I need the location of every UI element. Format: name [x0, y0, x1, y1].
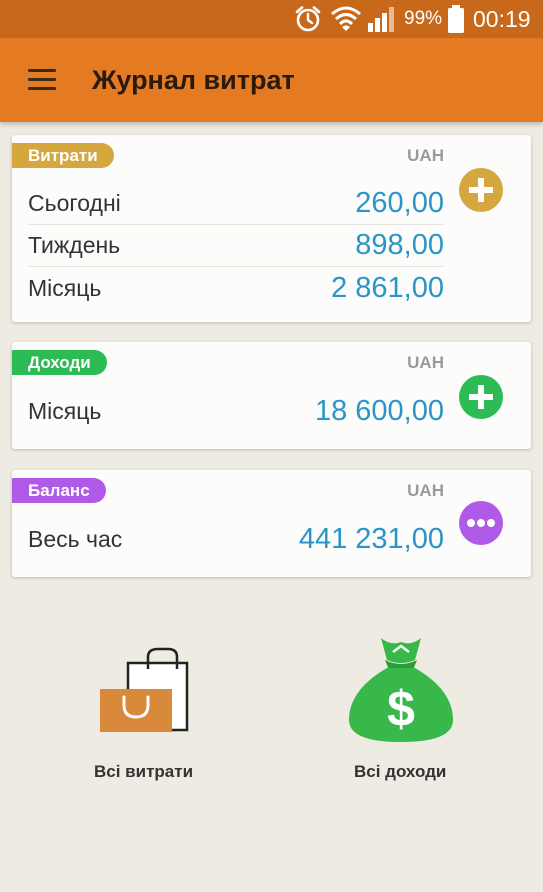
balance-card: Баланс UAH Весь час 441 231,00: [12, 470, 531, 577]
row-value: 260,00: [355, 187, 444, 219]
battery-percent: 99%: [404, 8, 443, 29]
row-value: 18 600,00: [314, 394, 444, 427]
expenses-card: Витрати UAH Сьогодні 260,00 Тиждень 898,…: [12, 135, 531, 322]
all-income-label: Всі доходи: [354, 762, 447, 781]
income-card: Доходи UAH Місяць 18 600,00: [12, 342, 531, 449]
add-income-button[interactable]: [459, 375, 503, 419]
plus-icon: [459, 168, 503, 212]
svg-text:$: $: [387, 681, 415, 737]
all-expenses-label: Всі витрати: [94, 762, 194, 781]
income-row-month[interactable]: Місяць 18 600,00: [28, 390, 444, 432]
row-label: Місяць: [28, 397, 102, 424]
row-label: Сьогодні: [28, 190, 121, 216]
all-income-button[interactable]: $ Всі доходи: [335, 630, 465, 790]
hamburger-menu-icon[interactable]: [28, 69, 56, 91]
all-expenses-button[interactable]: Всі витрати: [80, 640, 210, 790]
row-value: 441 231,00: [298, 522, 444, 555]
add-expense-button[interactable]: [459, 168, 503, 212]
row-label: Місяць: [28, 274, 102, 301]
clock: 00:19: [473, 5, 531, 32]
currency-label: UAH: [407, 353, 444, 372]
row-value: 2 861,00: [331, 271, 444, 304]
battery-icon: [447, 0, 465, 38]
alarm-icon: [293, 0, 323, 38]
balance-row-all-time[interactable]: Весь час 441 231,00: [28, 518, 444, 560]
row-label: Весь час: [28, 525, 123, 552]
more-icon: [459, 501, 503, 545]
income-badge: Доходи: [12, 350, 107, 375]
status-bar: 99% 00:19: [0, 0, 543, 38]
shopping-bag-icon: [100, 647, 189, 732]
signal-icon: [367, 0, 399, 38]
currency-label: UAH: [407, 146, 444, 165]
row-label: Тиждень: [28, 232, 121, 258]
balance-more-button[interactable]: [459, 501, 503, 545]
expenses-row-today[interactable]: Сьогодні 260,00: [28, 183, 444, 225]
expenses-row-month[interactable]: Місяць 2 861,00: [28, 267, 444, 309]
plus-icon: [459, 375, 503, 419]
expenses-row-week[interactable]: Тиждень 898,00: [28, 225, 444, 267]
currency-label: UAH: [407, 481, 444, 500]
expenses-badge: Витрати: [12, 143, 114, 168]
wifi-icon: [330, 0, 362, 38]
page-title: Журнал витрат: [92, 64, 295, 95]
balance-badge: Баланс: [12, 478, 106, 503]
app-bar: Журнал витрат: [0, 38, 543, 122]
money-bag-icon: $: [349, 638, 453, 742]
row-value: 898,00: [355, 229, 444, 261]
